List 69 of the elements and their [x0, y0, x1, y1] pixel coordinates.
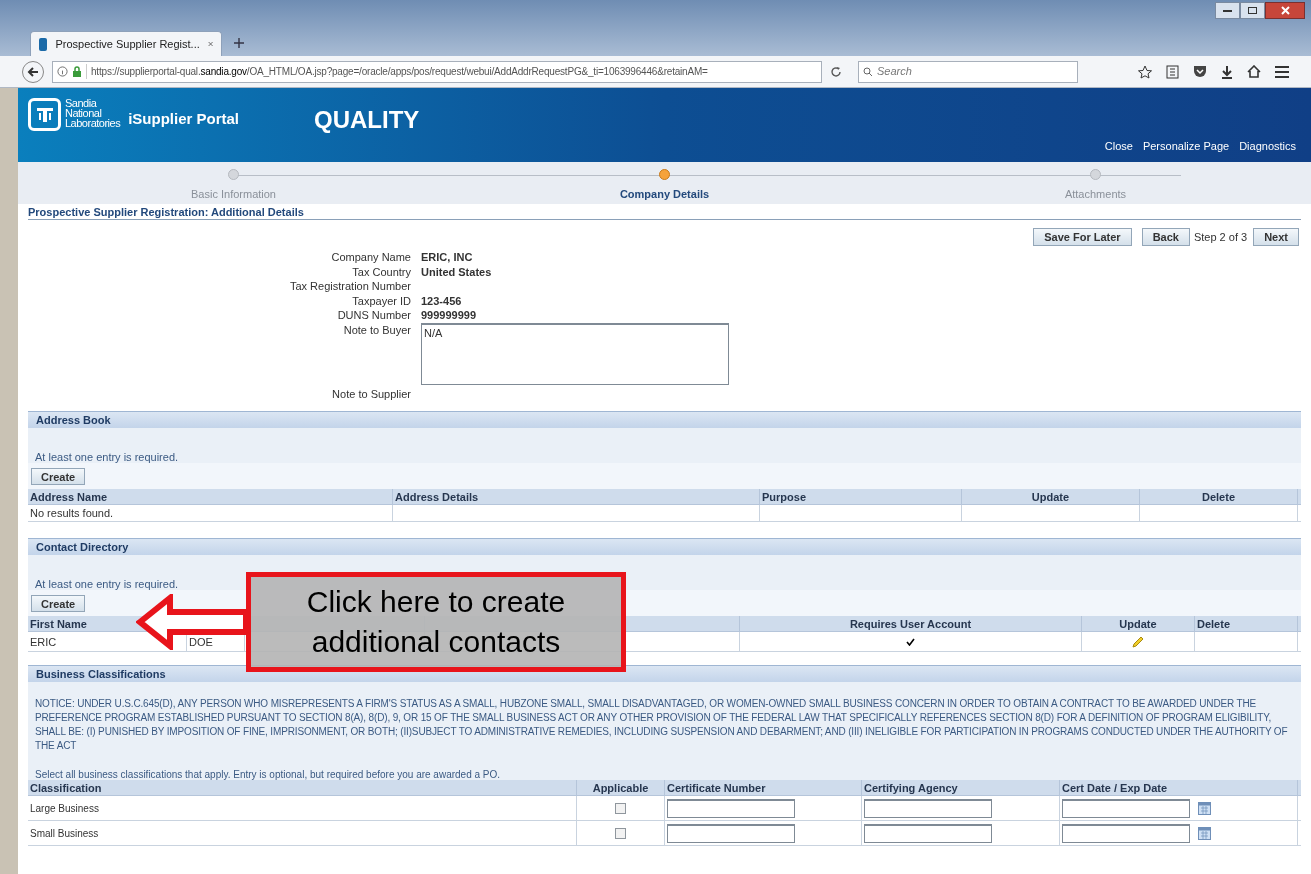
applicable-checkbox[interactable] — [615, 828, 626, 839]
pencil-icon[interactable] — [1131, 635, 1145, 649]
calendar-icon[interactable] — [1198, 827, 1211, 840]
reload-icon[interactable] — [830, 65, 842, 78]
certificate-number-field[interactable] — [667, 799, 795, 818]
applicable-checkbox[interactable] — [615, 803, 626, 814]
cert-date-field[interactable] — [1062, 799, 1190, 818]
field-value: 123-456 — [421, 293, 463, 308]
field-label: Tax Registration Number — [288, 279, 411, 294]
field-label: DUNS Number — [336, 308, 411, 323]
next-button[interactable]: Next — [1253, 228, 1299, 246]
callout-text: Click here to create additional contacts — [305, 584, 567, 660]
new-tab-icon[interactable] — [234, 38, 244, 48]
sandia-logo-icon — [28, 98, 61, 131]
home-icon[interactable] — [1247, 65, 1261, 78]
section-header: Contact Directory — [28, 538, 1301, 555]
certifying-agency-field[interactable] — [864, 824, 992, 843]
banner-title: QUALITY — [314, 105, 420, 135]
field-value: United States — [421, 264, 493, 279]
header-link[interactable]: Close — [1104, 137, 1133, 154]
table-cell: Small Business — [28, 821, 577, 846]
create-button[interactable]: Create — [31, 468, 86, 485]
maximize-button[interactable] — [1240, 2, 1265, 19]
field-label: Taxpayer ID — [351, 293, 411, 308]
train-step-label[interactable]: Company Details — [619, 186, 710, 203]
field-label: Company Name — [330, 250, 411, 265]
instruction-text: Select all business classifications that apply. Entry is optional, but required before you are awarded a PO. — [34, 768, 502, 780]
info-icon[interactable] — [57, 66, 68, 77]
logo-text: National — [65, 108, 103, 118]
field-value: ERIC, INC — [421, 250, 474, 265]
create-button[interactable]: Create — [31, 595, 86, 612]
header-link[interactable]: Diagnostics — [1239, 137, 1296, 154]
portal-name: iSupplier Portal — [128, 109, 239, 129]
calendar-icon[interactable] — [1198, 802, 1211, 815]
logo-text: Sandia — [65, 98, 98, 108]
minimize-button[interactable] — [1215, 2, 1240, 19]
browser-tab[interactable]: Prospective Supplier Regist... — [30, 31, 222, 56]
field-value: 999999999 — [421, 308, 478, 323]
save-for-later-button[interactable]: Save For Later — [1033, 228, 1132, 246]
header-link[interactable]: Personalize Page — [1142, 137, 1230, 154]
table-cell: No results found. — [28, 505, 393, 522]
search-field[interactable]: Search — [858, 60, 1078, 83]
tab-title: Prospective Supplier Regist... — [55, 36, 200, 52]
download-icon[interactable] — [1221, 64, 1233, 79]
pocket-icon[interactable] — [1193, 65, 1207, 78]
back-button[interactable]: Back — [1141, 228, 1190, 246]
search-icon — [863, 66, 873, 77]
step-indicator: Step 2 of 3 — [1193, 229, 1248, 245]
reading-list-icon[interactable] — [1166, 64, 1179, 79]
star-icon[interactable] — [1138, 64, 1152, 79]
field-label: Note to Supplier — [331, 386, 411, 401]
field-label: Note to Buyer — [342, 322, 411, 338]
logo-text: Laboratories — [65, 118, 121, 128]
page-title: Prospective Supplier Registration: Additional Details — [28, 204, 1301, 220]
certifying-agency-field[interactable] — [864, 799, 992, 818]
notice-text: NOTICE: UNDER U.S.C.645(D), ANY PERSON WHO MISREPRESENTS A FIRM'S STATUS AS A SMALL, HUBZONE SMALL, SMALL DISADVANTAGED, OR WOMEN-OWNED SMALL BUSINESS CONCERN IN ORDER TO OBTAIN A CONTRACT TO BE AWARDED UNDER THE PREFERENCE PROGRAM ESTABLISHED PURSUANT TO SECTION 8(A), 8(D), 9, OR 15 OF THE SMALL BUSINESS ACT OR ANY OTHER PROVISION OF THE FEDERAL LAW THAT SPECIFICALLY REFERENCES SECTION 8(D) FOR A DEFINITION OF PROGRAM ELIGIBILITY, SHALL BE: (I) PUNISHED BY IMPOSITION OF FINE, IMPRISONMENT, OR BOTH; (II)SUBJECT TO ADMINISTRATIVE REMEDIES, INCLUDING SUSPENSION AND DEBARMENT; AND (III) INELIGIBLE FOR PARTICIPATION IN PROGRAMS CONDUCTED UNDER THE AUTHORITY OF THE ACT — [34, 697, 1289, 753]
close-icon — [1280, 6, 1290, 15]
certificate-number-field[interactable] — [667, 824, 795, 843]
close-button[interactable] — [1265, 2, 1305, 19]
menu-icon[interactable] — [1275, 65, 1289, 78]
note-textarea[interactable]: N/A — [421, 322, 729, 385]
close-icon[interactable] — [207, 40, 213, 48]
cert-date-field[interactable] — [1062, 824, 1190, 843]
section-note: At least one entry is required. — [34, 450, 180, 463]
section-note: At least one entry is required. — [34, 577, 180, 590]
field-label: Tax Country — [351, 264, 411, 279]
section-header: Address Book — [28, 411, 1301, 428]
site-favicon-icon — [39, 37, 48, 51]
lock-icon — [72, 66, 82, 77]
